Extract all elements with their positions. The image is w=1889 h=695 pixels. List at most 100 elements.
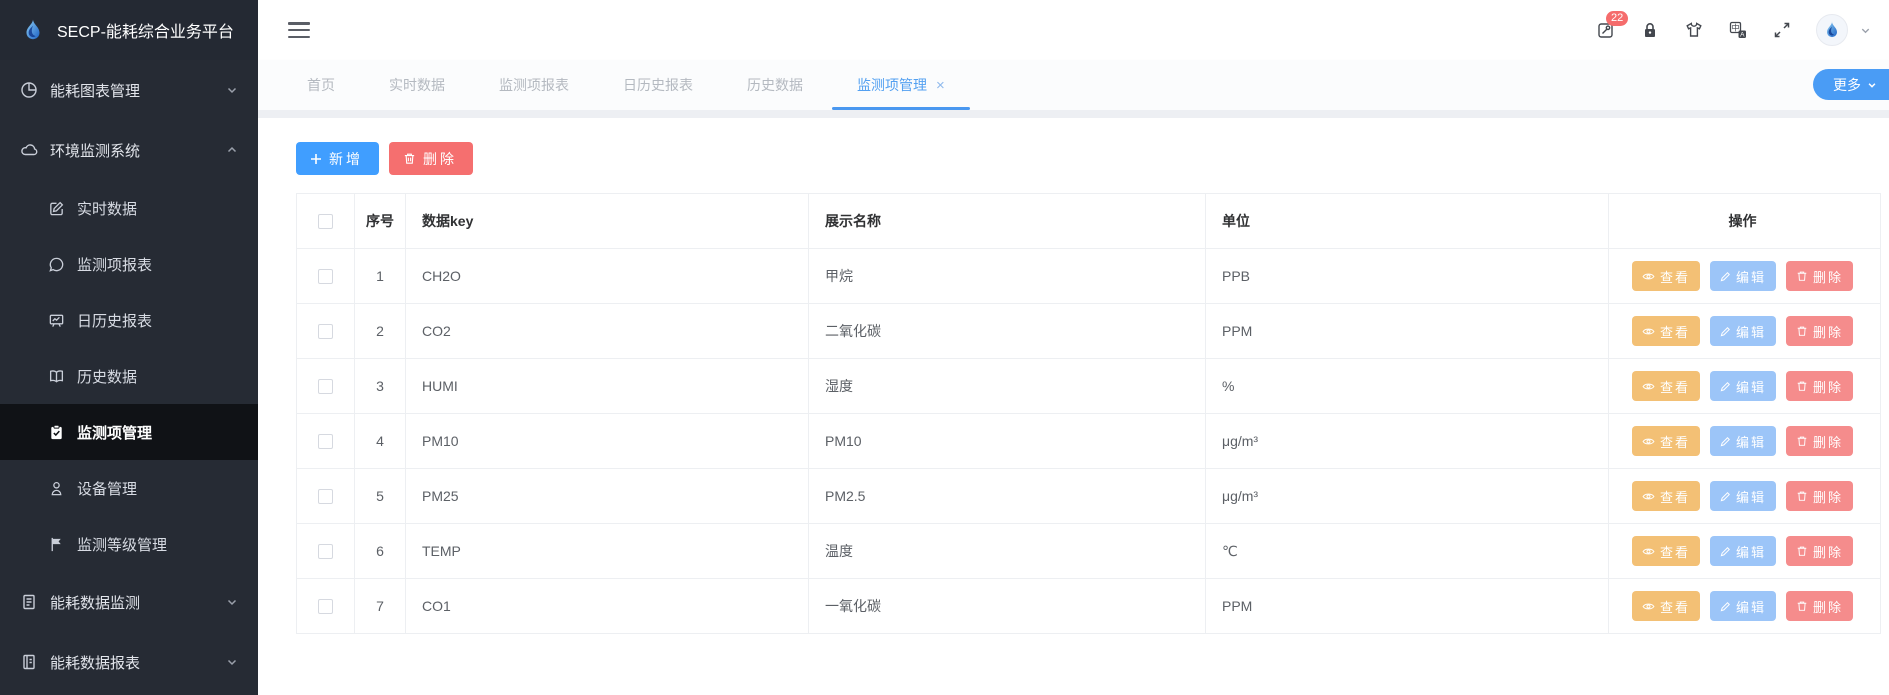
monitor-items-table: 序号 数据key 展示名称 单位 操作 1 CH2O 甲烷 PPB 查看 [296, 193, 1881, 634]
delete-button[interactable]: 删除 [389, 142, 473, 175]
view-button[interactable]: 查看 [1632, 261, 1700, 291]
row-unit: PPM [1206, 579, 1609, 633]
chevron-up-icon [226, 144, 238, 156]
row-checkbox[interactable] [318, 489, 333, 504]
row-checkbox[interactable] [318, 269, 333, 284]
view-button[interactable]: 查看 [1632, 426, 1700, 456]
document-list-icon [20, 653, 38, 671]
pencil-icon [1720, 271, 1731, 282]
row-checkbox[interactable] [318, 599, 333, 614]
row-checkbox[interactable] [318, 379, 333, 394]
edit-button[interactable]: 编辑 [1710, 536, 1776, 566]
edit-button-label: 编辑 [1736, 377, 1766, 396]
view-button-label: 查看 [1660, 322, 1690, 341]
logo: SECP-能耗综合业务平台 [0, 0, 258, 60]
tab-label: 日历史报表 [623, 75, 693, 95]
tab-1[interactable]: 实时数据 [362, 60, 472, 110]
edit-button[interactable]: 编辑 [1710, 591, 1776, 621]
close-icon[interactable]: × [936, 78, 945, 93]
row-name: PM2.5 [809, 469, 1206, 523]
row-key: CO2 [406, 304, 809, 358]
row-delete-button[interactable]: 删除 [1786, 536, 1853, 566]
svg-text:A: A [1740, 31, 1745, 38]
table-row: 2 CO2 二氧化碳 PPM 查看 编辑 [297, 304, 1880, 359]
pencil-icon [1720, 326, 1731, 337]
row-delete-button[interactable]: 删除 [1786, 591, 1853, 621]
sidebar-item-label: 环境监测系统 [50, 140, 140, 161]
row-unit: μg/m³ [1206, 414, 1609, 468]
trash-icon [1796, 270, 1808, 282]
row-delete-button[interactable]: 删除 [1786, 481, 1853, 511]
row-index: 2 [355, 304, 406, 358]
edit-button[interactable]: 编辑 [1710, 371, 1776, 401]
edit-button[interactable]: 编辑 [1710, 426, 1776, 456]
sidebar-item-label: 监测项管理 [77, 422, 152, 443]
row-key: PM10 [406, 414, 809, 468]
lock-icon[interactable] [1640, 20, 1660, 40]
view-button[interactable]: 查看 [1632, 371, 1700, 401]
pencil-icon [1720, 491, 1731, 502]
add-button[interactable]: 新增 [296, 142, 379, 175]
edit-button-label: 编辑 [1736, 542, 1766, 561]
tab-2[interactable]: 监测项报表 [472, 60, 596, 110]
trash-icon [403, 152, 416, 165]
avatar[interactable] [1816, 14, 1848, 46]
view-button[interactable]: 查看 [1632, 536, 1700, 566]
tab-5[interactable]: 监测项管理× [830, 60, 972, 110]
sidebar-item-monitor-report[interactable]: 监测项报表 [0, 236, 258, 292]
row-delete-button[interactable]: 删除 [1786, 316, 1853, 346]
column-header-index: 序号 [355, 194, 406, 248]
eye-icon [1642, 437, 1655, 446]
row-index: 5 [355, 469, 406, 523]
sidebar-item-env-monitoring[interactable]: 环境监测系统 [0, 120, 258, 180]
clipboard-check-icon [48, 424, 65, 441]
pie-chart-icon [20, 81, 38, 99]
select-all-checkbox[interactable] [318, 214, 333, 229]
view-button[interactable]: 查看 [1632, 591, 1700, 621]
view-button-label: 查看 [1660, 432, 1690, 451]
top-header: 22 中 A [258, 0, 1889, 60]
add-button-label: 新增 [329, 149, 363, 169]
sidebar-item-label: 监测等级管理 [77, 534, 167, 555]
more-button[interactable]: 更多 [1813, 69, 1889, 100]
sidebar-item-energy-charts[interactable]: 能耗图表管理 [0, 60, 258, 120]
sidebar-item-device-mgmt[interactable]: 设备管理 [0, 460, 258, 516]
edit-button[interactable]: 编辑 [1710, 481, 1776, 511]
row-delete-button[interactable]: 删除 [1786, 261, 1853, 291]
sidebar-item-energy-data-monitor[interactable]: 能耗数据监测 [0, 572, 258, 632]
sidebar-item-label: 日历史报表 [77, 310, 152, 331]
trash-icon [1796, 490, 1808, 502]
view-button[interactable]: 查看 [1632, 481, 1700, 511]
tab-4[interactable]: 历史数据 [720, 60, 830, 110]
toolbox-icon[interactable]: 22 [1596, 20, 1616, 40]
tab-0[interactable]: 首页 [280, 60, 362, 110]
view-button[interactable]: 查看 [1632, 316, 1700, 346]
row-index: 1 [355, 249, 406, 303]
sidebar-item-monitor-level-mgmt[interactable]: 监测等级管理 [0, 516, 258, 572]
sidebar-item-history-data[interactable]: 历史数据 [0, 348, 258, 404]
row-delete-button[interactable]: 删除 [1786, 426, 1853, 456]
row-delete-button-label: 删除 [1813, 267, 1843, 286]
sidebar-item-realtime-data[interactable]: 实时数据 [0, 180, 258, 236]
sidebar-item-daily-history-report[interactable]: 日历史报表 [0, 292, 258, 348]
view-button-label: 查看 [1660, 267, 1690, 286]
table-row: 5 PM25 PM2.5 μg/m³ 查看 编辑 [297, 469, 1880, 524]
row-checkbox[interactable] [318, 544, 333, 559]
row-checkbox[interactable] [318, 324, 333, 339]
row-delete-button[interactable]: 删除 [1786, 371, 1853, 401]
sidebar-item-energy-data-report[interactable]: 能耗数据报表 [0, 632, 258, 692]
delete-button-label: 删除 [423, 149, 457, 169]
row-checkbox[interactable] [318, 434, 333, 449]
tab-label: 实时数据 [389, 75, 445, 95]
theme-shirt-icon[interactable] [1684, 20, 1704, 40]
hamburger-menu-icon[interactable] [288, 22, 310, 38]
sidebar-item-monitor-item-mgmt[interactable]: 监测项管理 [0, 404, 258, 460]
row-key: PM25 [406, 469, 809, 523]
edit-button[interactable]: 编辑 [1710, 316, 1776, 346]
fullscreen-icon[interactable] [1772, 20, 1792, 40]
chevron-down-icon[interactable] [1860, 25, 1871, 36]
translate-icon[interactable]: 中 A [1728, 20, 1748, 40]
tab-3[interactable]: 日历史报表 [596, 60, 720, 110]
edit-button[interactable]: 编辑 [1710, 261, 1776, 291]
chevron-down-icon [226, 596, 238, 608]
